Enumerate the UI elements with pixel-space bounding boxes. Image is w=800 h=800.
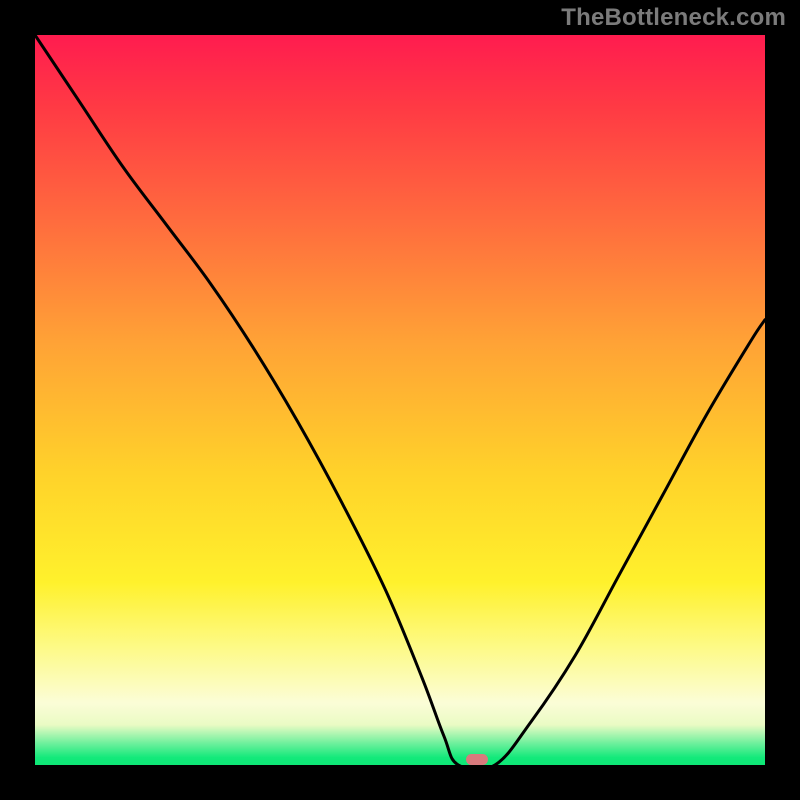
bottleneck-curve (35, 35, 765, 765)
plot-area (35, 35, 765, 765)
chart-frame: TheBottleneck.com (0, 0, 800, 800)
watermark-text: TheBottleneck.com (561, 4, 786, 32)
